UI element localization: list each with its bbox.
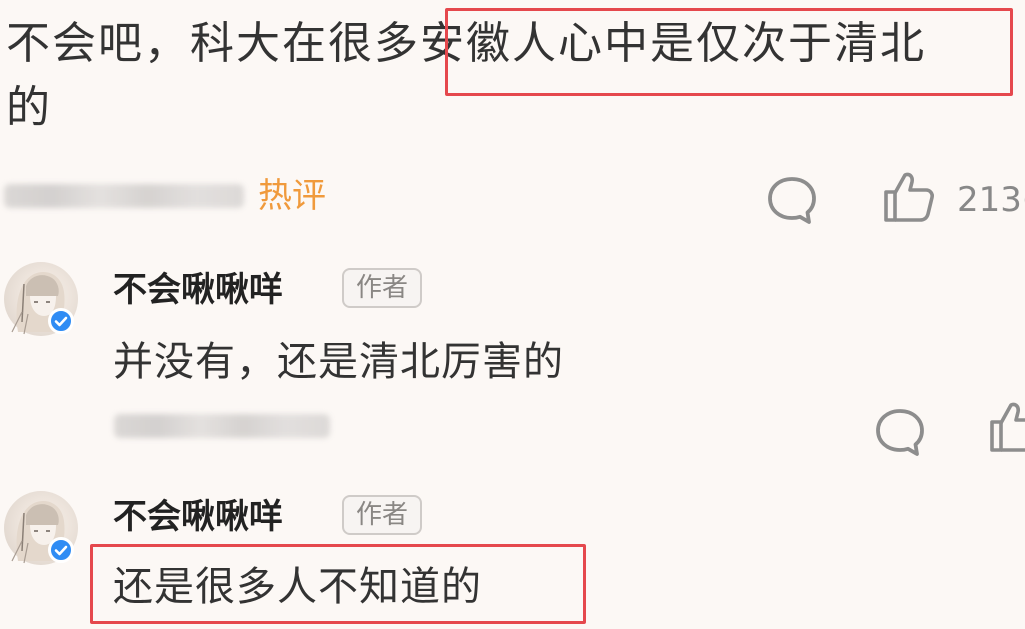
comment-bubble-icon[interactable] — [872, 404, 928, 460]
blurred-timestamp — [114, 414, 330, 438]
highlight-box-main — [445, 8, 1013, 96]
verified-check-icon — [48, 308, 74, 334]
reply-text: 并没有，还是清北厉害的 — [113, 339, 564, 385]
like-count: 213( — [957, 180, 1025, 220]
author-badge: 作者 — [342, 495, 423, 535]
thumbs-up-icon[interactable] — [880, 168, 938, 226]
author-badge: 作者 — [342, 268, 423, 308]
hot-comment-tag: 热评 — [258, 176, 326, 216]
verified-check-icon — [48, 537, 74, 563]
blurred-timestamp — [4, 184, 244, 208]
reply-username[interactable]: 不会啾啾咩 — [113, 495, 283, 539]
thumbs-up-icon[interactable] — [986, 398, 1025, 456]
highlight-box-reply — [90, 544, 586, 624]
reply-username[interactable]: 不会啾啾咩 — [113, 268, 283, 312]
comment-bubble-icon[interactable] — [764, 172, 820, 228]
